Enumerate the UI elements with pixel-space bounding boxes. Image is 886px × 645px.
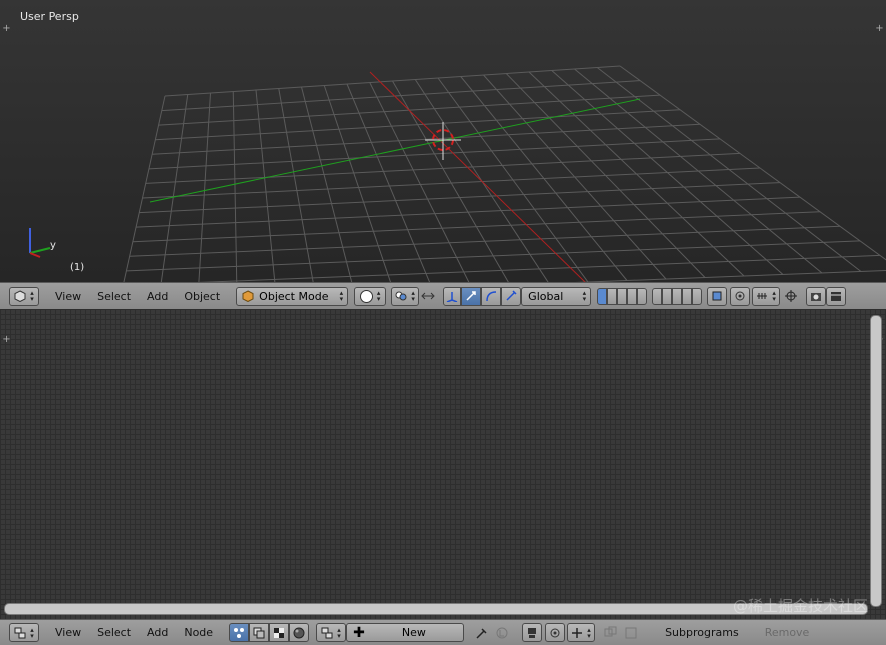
parent-node-tree-icon[interactable]: [492, 623, 512, 642]
snap-increment-icon: [757, 293, 768, 299]
axis-gizmo-icon: [29, 228, 51, 258]
area-split-icon[interactable]: +: [2, 24, 11, 34]
menu-select[interactable]: Select: [89, 626, 139, 639]
layer-8[interactable]: [672, 287, 683, 305]
area-split-icon[interactable]: +: [875, 24, 884, 34]
material-sphere-icon[interactable]: [289, 623, 310, 642]
frame-label: (1): [70, 262, 85, 273]
subprograms-button[interactable]: Subprograms: [657, 626, 747, 639]
texture-nodes-icon[interactable]: [269, 623, 290, 642]
mode-select[interactable]: Object Mode ▴ ▾: [236, 286, 349, 306]
node-editor-canvas[interactable]: + +: [0, 309, 886, 619]
cube-icon: [14, 290, 26, 302]
mode-label: Object Mode: [259, 289, 329, 303]
node-editor-header: ▴ ▾ View Select Add Node ▴ ▾ ✚ New ▴ ▾ S…: [0, 619, 886, 645]
rotate-manipulator-icon[interactable]: [481, 286, 502, 306]
editor-type-button[interactable]: ▴ ▾: [9, 623, 39, 642]
x-axis-line: [369, 71, 586, 282]
menu-view[interactable]: View: [47, 290, 89, 303]
backdrop-toggle-icon[interactable]: [522, 623, 543, 642]
new-material-button[interactable]: ✚ New: [346, 623, 465, 642]
proportional-edit-icon[interactable]: [730, 286, 751, 306]
menu-add[interactable]: Add: [139, 290, 176, 303]
snap-element-select[interactable]: ▴ ▾: [567, 623, 596, 642]
snap-toggle-icon[interactable]: [545, 623, 566, 642]
menu-object[interactable]: Object: [176, 290, 228, 303]
menu-view[interactable]: View: [47, 626, 89, 639]
snap-element-select[interactable]: ▴ ▾: [752, 286, 781, 306]
axis-y-label: y: [50, 240, 56, 251]
layer-3[interactable]: [617, 287, 628, 305]
transform-orientation-select[interactable]: Global ▴ ▾: [521, 286, 592, 306]
scale-manipulator-icon[interactable]: [501, 286, 522, 306]
area-split-icon[interactable]: +: [2, 335, 11, 345]
layers-group-1[interactable]: [597, 287, 648, 305]
copy-nodes-icon[interactable]: [601, 623, 621, 642]
lock-layers-icon[interactable]: [707, 286, 728, 306]
pivot-align-icon[interactable]: [419, 287, 437, 306]
snap-grid-icon: [572, 627, 583, 638]
menu-add[interactable]: Add: [139, 626, 176, 639]
remove-button[interactable]: Remove: [757, 626, 818, 639]
watermark: @稀土掘金技术社区: [732, 597, 868, 615]
snap-target-icon[interactable]: [782, 287, 800, 306]
pin-icon[interactable]: [472, 623, 492, 642]
new-label: New: [401, 626, 426, 639]
layer-10[interactable]: [692, 287, 703, 305]
pivot-icon: [395, 291, 407, 301]
vertical-scrollbar[interactable]: [870, 315, 882, 607]
3d-viewport[interactable]: User Persp y (1) + +: [0, 0, 886, 282]
view-label: User Persp: [20, 10, 79, 23]
shader-type-select[interactable]: ▴ ▾: [316, 623, 347, 642]
shader-nodes-icon[interactable]: [229, 623, 250, 642]
pivot-point-select[interactable]: ▴ ▾: [391, 286, 420, 306]
layer-5[interactable]: [637, 287, 648, 305]
manipulator-toggle-icon[interactable]: [443, 286, 462, 306]
layer-6[interactable]: [652, 287, 663, 305]
plus-icon: ✚: [353, 624, 365, 641]
opengl-render-icon[interactable]: [806, 286, 827, 306]
layer-4[interactable]: [627, 287, 638, 305]
3d-view-header: ▴ ▾ View Select Add Object Object Mode ▴ ▾…: [0, 282, 886, 309]
layer-9[interactable]: [682, 287, 693, 305]
editor-type-button[interactable]: ▴ ▾: [9, 286, 39, 306]
layer-1[interactable]: [597, 287, 608, 305]
opengl-animation-icon[interactable]: [826, 286, 847, 306]
layer-2[interactable]: [607, 287, 618, 305]
compositing-nodes-icon[interactable]: [249, 623, 270, 642]
menu-select[interactable]: Select: [89, 290, 139, 303]
object-cube-icon: [242, 290, 254, 302]
solid-shading-icon: [359, 289, 373, 303]
node-tree-icon: [321, 627, 333, 638]
orientation-label: Global: [528, 289, 564, 303]
node-editor-icon: [14, 627, 26, 638]
layers-group-2[interactable]: [652, 287, 703, 305]
menu-node[interactable]: Node: [176, 626, 221, 639]
layer-7[interactable]: [662, 287, 673, 305]
translate-manipulator-icon[interactable]: [461, 286, 482, 306]
viewport-shading-select[interactable]: ▴ ▾: [354, 286, 387, 306]
floor-grid: [29, 65, 886, 282]
paste-nodes-icon[interactable]: [621, 623, 641, 642]
